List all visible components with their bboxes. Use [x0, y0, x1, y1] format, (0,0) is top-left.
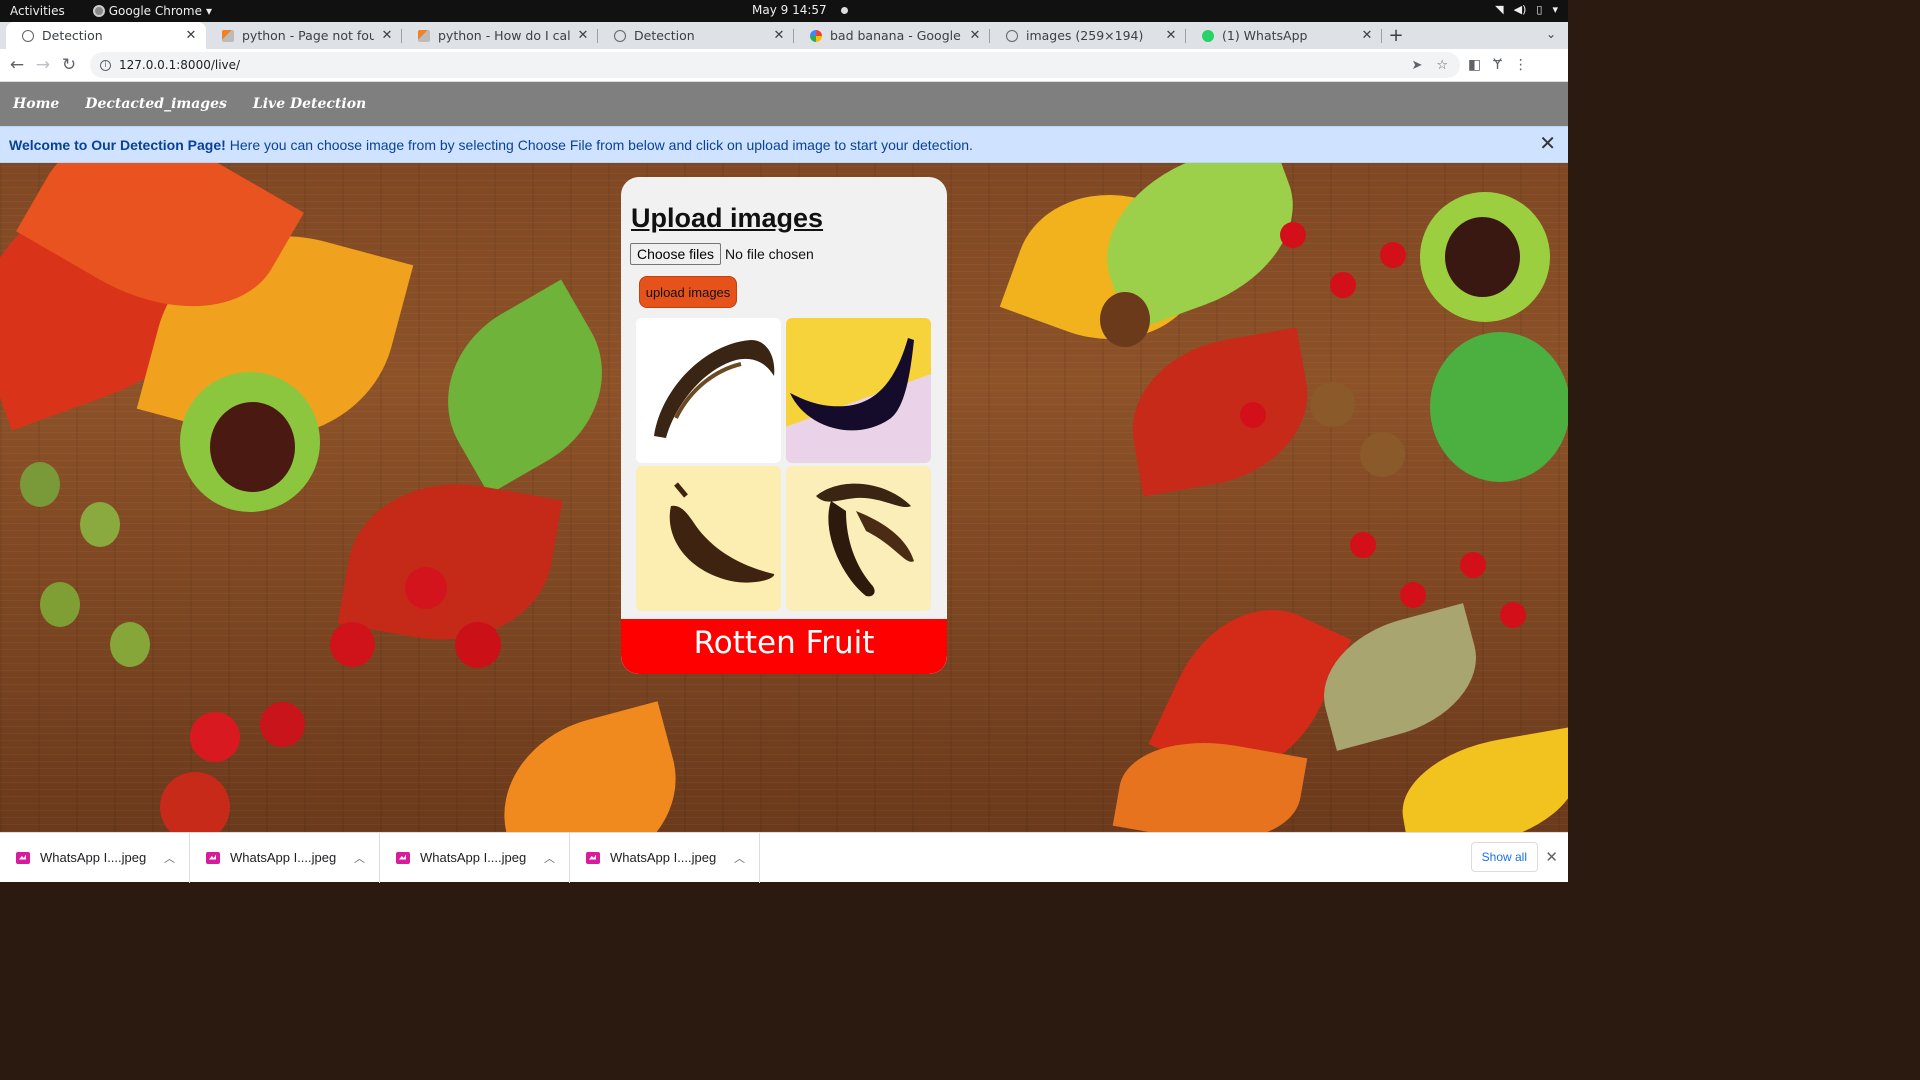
tab-title: images (259×194): [1026, 28, 1144, 43]
file-input[interactable]: Choose files No file chosen: [630, 243, 814, 265]
download-item[interactable]: WhatsApp I....jpeg ︿: [570, 832, 760, 883]
globe-icon: [614, 29, 626, 42]
tab-whatsapp[interactable]: (1) WhatsApp ✕: [1186, 22, 1382, 49]
send-tab-icon[interactable]: ➤: [1411, 58, 1422, 73]
clock-label: May 9 14:57: [752, 3, 827, 17]
stackoverflow-icon: [222, 29, 234, 42]
alert-message: Here you can choose image from by select…: [229, 136, 973, 153]
new-tab-button[interactable]: +: [1382, 22, 1410, 49]
close-alert-icon[interactable]: ✕: [1539, 134, 1556, 154]
image-file-icon: [586, 851, 600, 864]
google-icon: [810, 29, 822, 42]
tab-title: Detection: [634, 28, 695, 43]
detection-result: Rotten Fruit: [621, 619, 947, 674]
download-item[interactable]: WhatsApp I....jpeg ︿: [190, 832, 380, 883]
tab-title: python - How do I call a Dj: [438, 28, 570, 43]
download-shelf: WhatsApp I....jpeg ︿ WhatsApp I....jpeg …: [0, 832, 1568, 883]
activities-button[interactable]: Activities: [10, 4, 65, 18]
download-item[interactable]: WhatsApp I....jpeg ︿: [0, 832, 190, 883]
close-tab-icon[interactable]: ✕: [380, 28, 394, 43]
page-viewport: Home Dectacted_images Live Detection Wel…: [0, 82, 1568, 832]
nav-link-detected-images[interactable]: Dectacted_images: [85, 96, 227, 112]
reload-icon[interactable]: ↻: [56, 52, 82, 78]
image-file-icon: [16, 851, 30, 864]
upload-heading: Upload images: [631, 203, 824, 233]
tab-search-chevron-icon[interactable]: ⌄: [1546, 27, 1556, 41]
chevron-up-icon[interactable]: ︿: [164, 850, 175, 866]
nav-link-home[interactable]: Home: [13, 96, 59, 112]
side-panel-icon[interactable]: ◧: [1468, 57, 1481, 73]
upload-images-button[interactable]: upload images: [639, 276, 737, 308]
close-shelf-icon[interactable]: ✕: [1545, 848, 1558, 866]
tray-chevron-icon: ▾: [1552, 3, 1558, 16]
close-tab-icon[interactable]: ✕: [772, 28, 786, 43]
close-tab-icon[interactable]: ✕: [1164, 28, 1178, 43]
chevron-up-icon[interactable]: ︿: [354, 850, 365, 866]
tab-strip: Detection ✕ python - Page not found ( ✕ …: [0, 22, 1568, 49]
tab-title: (1) WhatsApp: [1222, 28, 1308, 43]
stackoverflow-icon: [418, 29, 430, 42]
download-filename: WhatsApp I....jpeg: [610, 850, 717, 865]
close-tab-icon[interactable]: ✕: [184, 28, 198, 43]
site-navbar: Home Dectacted_images Live Detection: [0, 82, 1568, 126]
alert-title: Welcome to Our Detection Page!: [9, 136, 226, 153]
globe-icon: [22, 29, 34, 42]
system-top-bar: Activities Google Chrome ▾ May 9 14:57 ◥…: [0, 0, 1568, 22]
system-tray[interactable]: ◥ ◀) ▯ ▾: [1495, 3, 1558, 16]
tab-title: python - Page not found (: [242, 28, 374, 43]
tab-page-not-found[interactable]: python - Page not found ( ✕: [206, 22, 402, 49]
globe-icon: [1006, 29, 1018, 42]
browser-toolbar: ← → ↻ i 127.0.0.1:8000/live/ ➤ ☆ ◧ Ɏ ⋮: [0, 49, 1568, 82]
tab-call-django[interactable]: python - How do I call a Dj ✕: [402, 22, 598, 49]
download-filename: WhatsApp I....jpeg: [230, 850, 337, 865]
file-status-text: No file chosen: [725, 246, 814, 262]
tab-images[interactable]: images (259×194) ✕: [990, 22, 1186, 49]
system-clock[interactable]: May 9 14:57: [752, 3, 848, 17]
site-info-icon[interactable]: i: [100, 59, 111, 71]
download-item[interactable]: WhatsApp I....jpeg ︿: [380, 832, 570, 883]
tab-detection[interactable]: Detection ✕: [598, 22, 794, 49]
battery-icon: ▯: [1536, 3, 1543, 16]
image-grid: [636, 318, 932, 611]
image-file-icon: [206, 851, 220, 864]
welcome-alert: Welcome to Our Detection Page! Here you …: [0, 126, 1568, 163]
image-file-icon: [396, 851, 410, 864]
upload-card: Upload images Choose files No file chose…: [621, 177, 947, 674]
download-filename: WhatsApp I....jpeg: [40, 850, 147, 865]
choose-files-button[interactable]: Choose files: [630, 243, 722, 265]
url-text: 127.0.0.1:8000/live/: [119, 58, 241, 72]
banana-image-4: [786, 466, 931, 611]
chevron-up-icon[interactable]: ︿: [544, 850, 555, 866]
tab-title: bad banana - Google Sear: [830, 28, 962, 43]
tab-title: Detection: [42, 28, 103, 43]
address-bar[interactable]: i 127.0.0.1:8000/live/ ➤ ☆: [90, 52, 1460, 78]
caret-down-icon: ▾: [205, 4, 212, 18]
kebab-menu-icon[interactable]: ⋮: [1514, 57, 1528, 73]
chevron-up-icon[interactable]: ︿: [734, 850, 745, 866]
banana-image-2: [786, 318, 931, 463]
app-menu[interactable]: Google Chrome ▾: [92, 4, 212, 18]
volume-icon: ◀): [1513, 3, 1527, 16]
tab-detection-active[interactable]: Detection ✕: [6, 22, 206, 49]
whatsapp-icon: [1202, 29, 1214, 42]
nav-link-live-detection[interactable]: Live Detection: [253, 96, 366, 112]
tab-google-search[interactable]: bad banana - Google Sear ✕: [794, 22, 990, 49]
extension-icon[interactable]: Ɏ: [1493, 57, 1502, 73]
forward-arrow-icon[interactable]: →: [30, 52, 56, 78]
show-all-downloads-button[interactable]: Show all: [1470, 842, 1538, 872]
close-tab-icon[interactable]: ✕: [1360, 28, 1374, 43]
notification-dot-icon: [840, 6, 848, 14]
chrome-icon: [92, 5, 105, 17]
wifi-icon: ◥: [1495, 3, 1504, 16]
banana-image-1: [636, 318, 781, 463]
banana-image-3: [636, 466, 781, 611]
app-menu-label: Google Chrome: [108, 4, 202, 18]
close-tab-icon[interactable]: ✕: [968, 28, 982, 43]
bookmark-star-icon[interactable]: ☆: [1436, 58, 1448, 73]
back-arrow-icon[interactable]: ←: [4, 52, 30, 78]
download-filename: WhatsApp I....jpeg: [420, 850, 527, 865]
close-tab-icon[interactable]: ✕: [576, 28, 590, 43]
